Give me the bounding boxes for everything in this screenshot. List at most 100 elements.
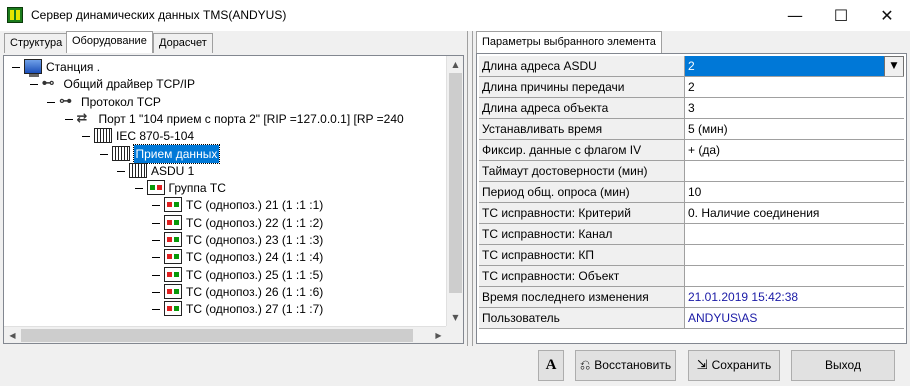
tree-expander[interactable]: [152, 309, 160, 310]
tree-expander[interactable]: [12, 67, 20, 68]
property-value-text: 5 (мин): [688, 122, 728, 136]
property-name: ТС исправности: Критерий: [479, 203, 685, 224]
tree-node[interactable]: Станция .: [4, 58, 444, 77]
tree-expander[interactable]: [152, 275, 160, 276]
tree-node[interactable]: ⊷ Общий драйвер TCP/IP: [4, 75, 444, 93]
tree-node-label: Протокол TCP: [81, 95, 161, 109]
property-value-text: 21.01.2019 15:42:38: [688, 290, 799, 304]
tree-expander[interactable]: [152, 257, 160, 258]
property-value[interactable]: ANDYUS\AS: [685, 308, 904, 329]
network-driver-icon: ⊷: [41, 76, 55, 91]
tree-expander[interactable]: [152, 205, 160, 206]
tab-selected-element-params[interactable]: Параметры выбранного элемента: [476, 31, 662, 53]
scroll-left-arrow-icon[interactable]: ◀: [4, 327, 21, 344]
close-button[interactable]: ✕: [864, 0, 910, 31]
tree-node[interactable]: ТС (однопоз.) 22 (1 :1 :2): [4, 214, 444, 232]
property-value-select[interactable]: 2 ▼: [685, 56, 904, 77]
property-value-text: 2: [688, 59, 695, 73]
tree-node[interactable]: Прием данных: [4, 144, 444, 164]
tab-calculation[interactable]: Дорасчет: [153, 33, 213, 53]
property-name: Устанавливать время: [479, 119, 685, 140]
property-value[interactable]: 21.01.2019 15:42:38: [685, 287, 904, 308]
tree-node[interactable]: ТС (однопоз.) 24 (1 :1 :4): [4, 248, 444, 266]
property-row[interactable]: ТС исправности: Критерий 0. Наличие соеди…: [479, 203, 904, 224]
property-row[interactable]: Устанавливать время 5 (мин): [479, 119, 904, 140]
tree-expander[interactable]: [64, 119, 73, 120]
property-row[interactable]: Время последнего изменения 21.01.2019 15:…: [479, 287, 904, 308]
property-row[interactable]: ТС исправности: КП: [479, 245, 904, 266]
property-row[interactable]: Фиксир. данные с флагом IV + (да): [479, 140, 904, 161]
tree-vertical-scrollbar[interactable]: ▲ ▼: [446, 56, 463, 326]
minimize-button[interactable]: —: [772, 0, 818, 31]
maximize-button[interactable]: ☐: [818, 0, 864, 31]
restore-button[interactable]: ⎌ Восстановить: [575, 350, 676, 381]
tree-expander[interactable]: [82, 136, 90, 137]
tree-expander[interactable]: [152, 223, 160, 224]
tree-node[interactable]: ASDU 1: [4, 162, 444, 180]
font-button[interactable]: A: [538, 350, 564, 381]
tree-expander[interactable]: [29, 84, 38, 85]
property-row[interactable]: Период общ. опроса (мин) 10: [479, 182, 904, 203]
group-icon: [146, 180, 165, 195]
tree-node[interactable]: ТС (однопоз.) 26 (1 :1 :6): [4, 283, 444, 301]
tree-expander[interactable]: [134, 188, 143, 189]
tree-vertical-scroll-thumb[interactable]: [449, 73, 462, 293]
tree-expander[interactable]: [117, 171, 125, 172]
property-value[interactable]: [685, 161, 904, 182]
property-value-text: 3: [688, 101, 695, 115]
tree-node[interactable]: ТС (однопоз.) 27 (1 :1 :7): [4, 300, 444, 318]
tree-node[interactable]: ⊶ Протокол TCP: [4, 93, 444, 111]
tree-node-label: ТС (однопоз.) 27 (1 :1 :7): [186, 302, 324, 316]
property-name: Длина адреса объекта: [479, 98, 685, 119]
scroll-down-arrow-icon[interactable]: ▼: [447, 309, 464, 326]
tree-horizontal-scroll-thumb[interactable]: [21, 329, 413, 342]
app-icon: [7, 7, 23, 23]
exit-button[interactable]: Выход: [791, 350, 895, 381]
property-row[interactable]: ТС исправности: Объект: [479, 266, 904, 287]
rack-icon: [111, 146, 130, 161]
save-button[interactable]: ⇲ Сохранить: [688, 350, 780, 381]
property-row[interactable]: Таймаут достоверности (мин): [479, 161, 904, 182]
property-row[interactable]: Пользователь ANDYUS\AS: [479, 308, 904, 329]
property-value-text: + (да): [688, 143, 721, 157]
tree-expander[interactable]: [47, 102, 55, 103]
scroll-right-arrow-icon[interactable]: ▶: [430, 327, 447, 344]
property-value[interactable]: [685, 245, 904, 266]
tree-expander[interactable]: [152, 292, 160, 293]
tree-node[interactable]: ТС (однопоз.) 21 (1 :1 :1): [4, 196, 444, 214]
property-value[interactable]: 3: [685, 98, 904, 119]
property-name: Длина причины передачи: [479, 77, 685, 98]
tree-expander[interactable]: [152, 240, 160, 241]
tree-node[interactable]: ТС (однопоз.) 25 (1 :1 :5): [4, 266, 444, 284]
scroll-up-arrow-icon[interactable]: ▲: [447, 56, 464, 73]
property-row[interactable]: Длина адреса ASDU 2 ▼: [479, 56, 904, 77]
tree-horizontal-scrollbar[interactable]: ◀ ▶: [4, 326, 447, 343]
property-value[interactable]: [685, 266, 904, 287]
property-value-text: 0. Наличие соединения: [688, 206, 820, 220]
property-value[interactable]: [685, 224, 904, 245]
dropdown-arrow-icon[interactable]: ▼: [884, 56, 904, 76]
tab-structure[interactable]: Структура: [4, 33, 69, 53]
property-value[interactable]: 2: [685, 77, 904, 98]
property-name: Пользователь: [479, 308, 685, 329]
properties-grid[interactable]: Длина адреса ASDU 2 ▼ Длина причины передач…: [476, 53, 907, 344]
equipment-tree[interactable]: Станция . ⊷ Общий драйвер TCP/IP ⊶ Протокол …: [3, 55, 464, 344]
property-row[interactable]: Длина причины передачи 2: [479, 77, 904, 98]
property-value[interactable]: 0. Наличие соединения: [685, 203, 904, 224]
tree-node-label: ТС (однопоз.) 25 (1 :1 :5): [186, 268, 324, 282]
property-row[interactable]: Длина адреса объекта 3: [479, 98, 904, 119]
panel-splitter[interactable]: [467, 31, 473, 346]
property-row[interactable]: ТС исправности: Канал: [479, 224, 904, 245]
tree-expander[interactable]: [99, 154, 108, 155]
property-value[interactable]: 5 (мин): [685, 119, 904, 140]
tab-equipment[interactable]: Оборудование: [66, 31, 153, 53]
tree-node[interactable]: ⇄ Порт 1 "104 прием с порта 2" [RIP =127.…: [4, 110, 444, 128]
tree-node[interactable]: Группа ТС: [4, 179, 444, 197]
tree-node[interactable]: ТС (однопоз.) 23 (1 :1 :3): [4, 231, 444, 249]
tc-icon: [164, 267, 182, 282]
tree-node[interactable]: IEC 870-5-104: [4, 127, 444, 145]
tc-icon: [164, 197, 182, 212]
property-name: ТС исправности: КП: [479, 245, 685, 266]
property-value[interactable]: + (да): [685, 140, 904, 161]
property-value[interactable]: 10: [685, 182, 904, 203]
